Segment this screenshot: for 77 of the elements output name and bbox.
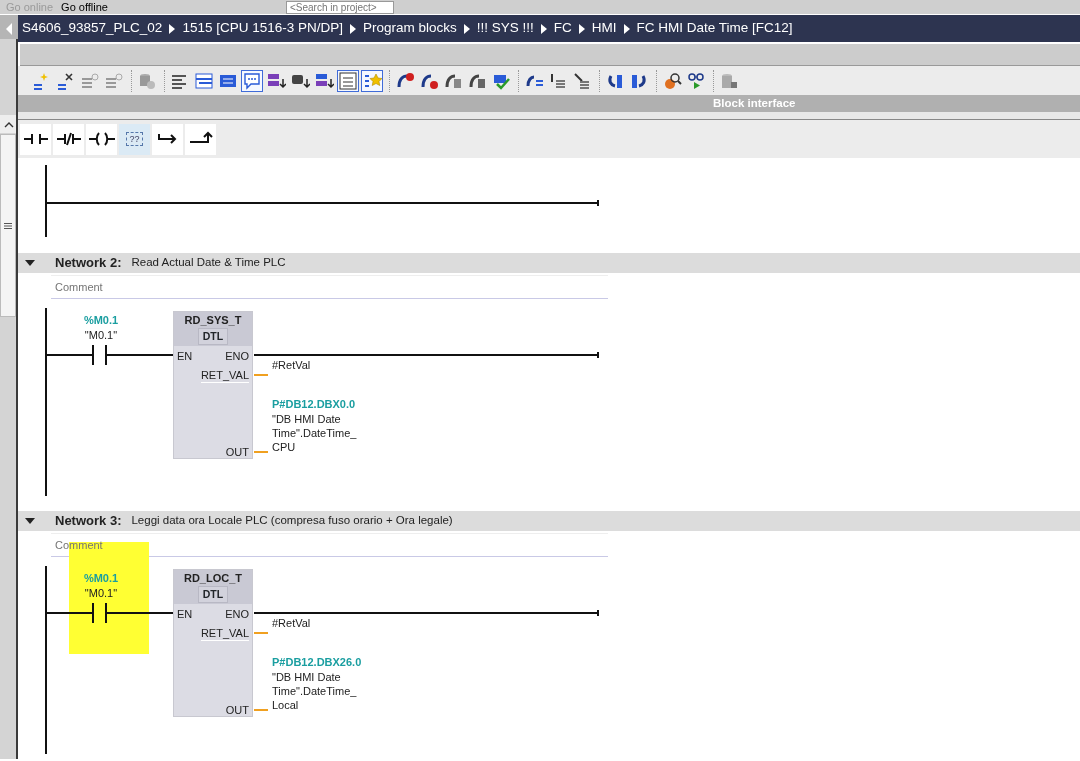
wire — [253, 374, 269, 376]
contact-drawing — [92, 602, 107, 624]
wire — [45, 354, 93, 356]
toolbar-button[interactable] — [241, 69, 263, 92]
wire — [253, 709, 269, 711]
palette-button[interactable] — [86, 123, 117, 155]
separator-arrow-icon — [578, 23, 585, 34]
breadcrumb-item[interactable]: 1515 [CPU 1516-3 PN/DP] — [178, 18, 347, 39]
separator-arrow-icon — [169, 23, 176, 34]
breadcrumb-item[interactable]: Program blocks — [359, 18, 461, 39]
palette-button[interactable]: ?? — [119, 123, 150, 155]
operand-address: %M0.1 — [82, 314, 120, 327]
pin-label: ENO — [225, 608, 249, 621]
search-field[interactable]: <Search in project> — [286, 0, 394, 14]
empty-box-icon: ?? — [126, 132, 143, 146]
breadcrumb-item[interactable]: !!! SYS !!! — [472, 18, 538, 39]
pin-label: RET_VAL — [200, 627, 249, 641]
operand-tag: "M0.1" — [63, 587, 139, 600]
palette-button[interactable] — [53, 123, 84, 155]
wire — [105, 612, 174, 614]
delete-network-icon — [56, 70, 76, 91]
glasses-icon — [686, 70, 706, 91]
wire — [45, 612, 93, 614]
palette-button[interactable] — [185, 123, 216, 155]
operand-address: %M0.1 — [82, 572, 120, 585]
list-icon — [80, 70, 100, 91]
separator-arrow-icon — [623, 23, 630, 34]
scroll-up-icon[interactable] — [0, 115, 16, 133]
list-icon — [104, 70, 124, 91]
palette-button[interactable] — [152, 123, 183, 155]
operand-tag: "DB HMI Date Time".DateTime_ CPU — [272, 412, 357, 454]
go-offline-button[interactable]: Go offline — [61, 1, 108, 13]
block-name: RD_SYS_T — [184, 313, 242, 327]
breadcrumb-item[interactable]: FC — [549, 18, 576, 39]
separator-arrow-icon — [540, 23, 547, 34]
breadcrumb-item[interactable]: S4606_93857_PLC_02 — [18, 18, 167, 39]
scroll-thumb[interactable] — [0, 134, 16, 317]
panel-title: Block interface — [713, 95, 796, 111]
operand-address: P#DB12.DBX26.0 — [272, 655, 362, 669]
block-name: RD_LOC_T — [183, 571, 243, 585]
operand-tag: #RetVal — [272, 616, 311, 630]
breadcrumb-item[interactable]: HMI — [587, 18, 621, 39]
pin-label: OUT — [225, 446, 249, 459]
search-icon — [662, 70, 682, 91]
list-icon — [194, 70, 214, 91]
operand-tag: "M0.1" — [63, 329, 139, 342]
list-icon — [338, 70, 358, 91]
network-title: Read Actual Date & Time PLC — [131, 255, 286, 271]
back-arrow-icon — [5, 22, 13, 35]
collapse-arrow-icon — [25, 260, 35, 266]
network-label: Network 3: — [55, 512, 122, 531]
separator-arrow-icon — [463, 23, 470, 34]
toolbar-button[interactable] — [337, 69, 359, 92]
pin-label: ENO — [225, 350, 249, 363]
pin-label: EN — [177, 608, 193, 621]
data-type-label: DTL — [197, 586, 229, 603]
toolbar-button[interactable] — [361, 69, 383, 92]
operand-tag: #RetVal — [272, 358, 311, 372]
data-type-label: DTL — [197, 328, 229, 345]
pin-label: EN — [177, 350, 193, 363]
network-title: Leggi data ora Locale PLC (compresa fuso orario + Ora legale) — [131, 513, 453, 529]
breadcrumb-item[interactable]: FC HMI Date Time [FC12] — [632, 18, 797, 39]
wire — [105, 354, 174, 356]
wire — [253, 632, 269, 634]
collapse-arrow-icon — [25, 518, 35, 524]
network-label: Network 2: — [55, 254, 122, 273]
list-icon — [572, 70, 592, 91]
separator-arrow-icon — [350, 23, 356, 34]
comment-field[interactable]: Comment — [51, 275, 608, 298]
pin-label: RET_VAL — [200, 369, 249, 383]
operand-tag: "DB HMI Date Time".DateTime_ Local — [272, 670, 357, 712]
palette-button[interactable] — [20, 123, 51, 155]
pin-label: OUT — [225, 704, 249, 717]
grip-icon — [4, 222, 12, 229]
operand-address: P#DB12.DBX0.0 — [272, 397, 356, 411]
comment-icon — [242, 70, 262, 91]
wire — [253, 451, 269, 453]
